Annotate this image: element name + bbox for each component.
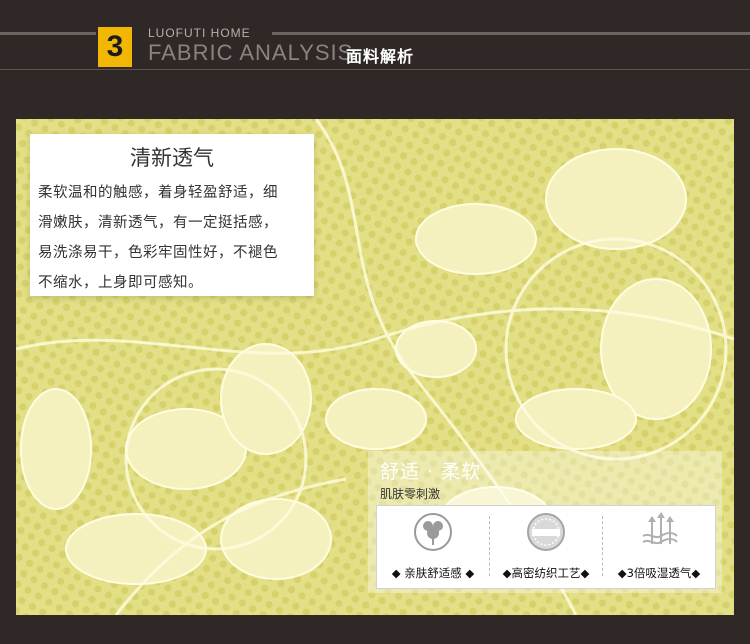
feature-item: ◆高密纺织工艺◆	[490, 506, 602, 588]
card-body: 柔软温和的触感，着身轻盈舒适，细 滑嫩肤，清新透气，有一定挺括感， 易洗涤易干，…	[38, 178, 310, 298]
card-line: 不缩水，上身即可感知。	[38, 275, 203, 291]
feature-label: ◆高密纺织工艺◆	[502, 566, 590, 580]
feature-label: ◆ 亲肤舒适感 ◆	[391, 566, 475, 580]
feature-title: 舒适 · 柔软	[380, 461, 482, 483]
feature-item: ◆3倍吸湿透气◆	[603, 506, 715, 588]
card-title: 清新透气	[130, 146, 214, 170]
section-number-badge: 3	[98, 27, 132, 67]
header-divider	[0, 69, 750, 70]
section-title-cn: 面料解析	[346, 47, 415, 66]
card-line: 易洗涤易干，色彩牢固性好，不褪色	[38, 245, 278, 261]
feature-item: ◆ 亲肤舒适感 ◆	[377, 506, 489, 588]
moisture-arrows-icon	[639, 512, 679, 552]
section-title-en: FABRIC ANALYSIS	[148, 40, 354, 65]
feature-panel: 舒适 · 柔软 肌肤零刺激 ◆ 亲肤舒适感 ◆ ◆高密纺织工艺◆ ◆3倍吸湿透气…	[368, 451, 722, 593]
header-line-right	[272, 32, 750, 35]
feature-box: ◆ 亲肤舒适感 ◆ ◆高密纺织工艺◆ ◆3倍吸湿透气◆	[376, 505, 716, 589]
brand-name: LUOFUTI HOME	[148, 26, 251, 40]
description-card: 清新透气 柔软温和的触感，着身轻盈舒适，细 滑嫩肤，清新透气，有一定挺括感， 易…	[30, 134, 314, 296]
cotton-icon	[413, 512, 453, 552]
feature-subtitle: 肌肤零刺激	[380, 487, 441, 501]
card-line: 滑嫩肤，清新透气，有一定挺括感，	[38, 215, 278, 231]
header-line-left	[0, 32, 96, 35]
exquisite-icon	[526, 512, 566, 552]
card-line: 柔软温和的触感，着身轻盈舒适，细	[38, 185, 278, 201]
feature-label: ◆3倍吸湿透气◆	[617, 566, 701, 580]
